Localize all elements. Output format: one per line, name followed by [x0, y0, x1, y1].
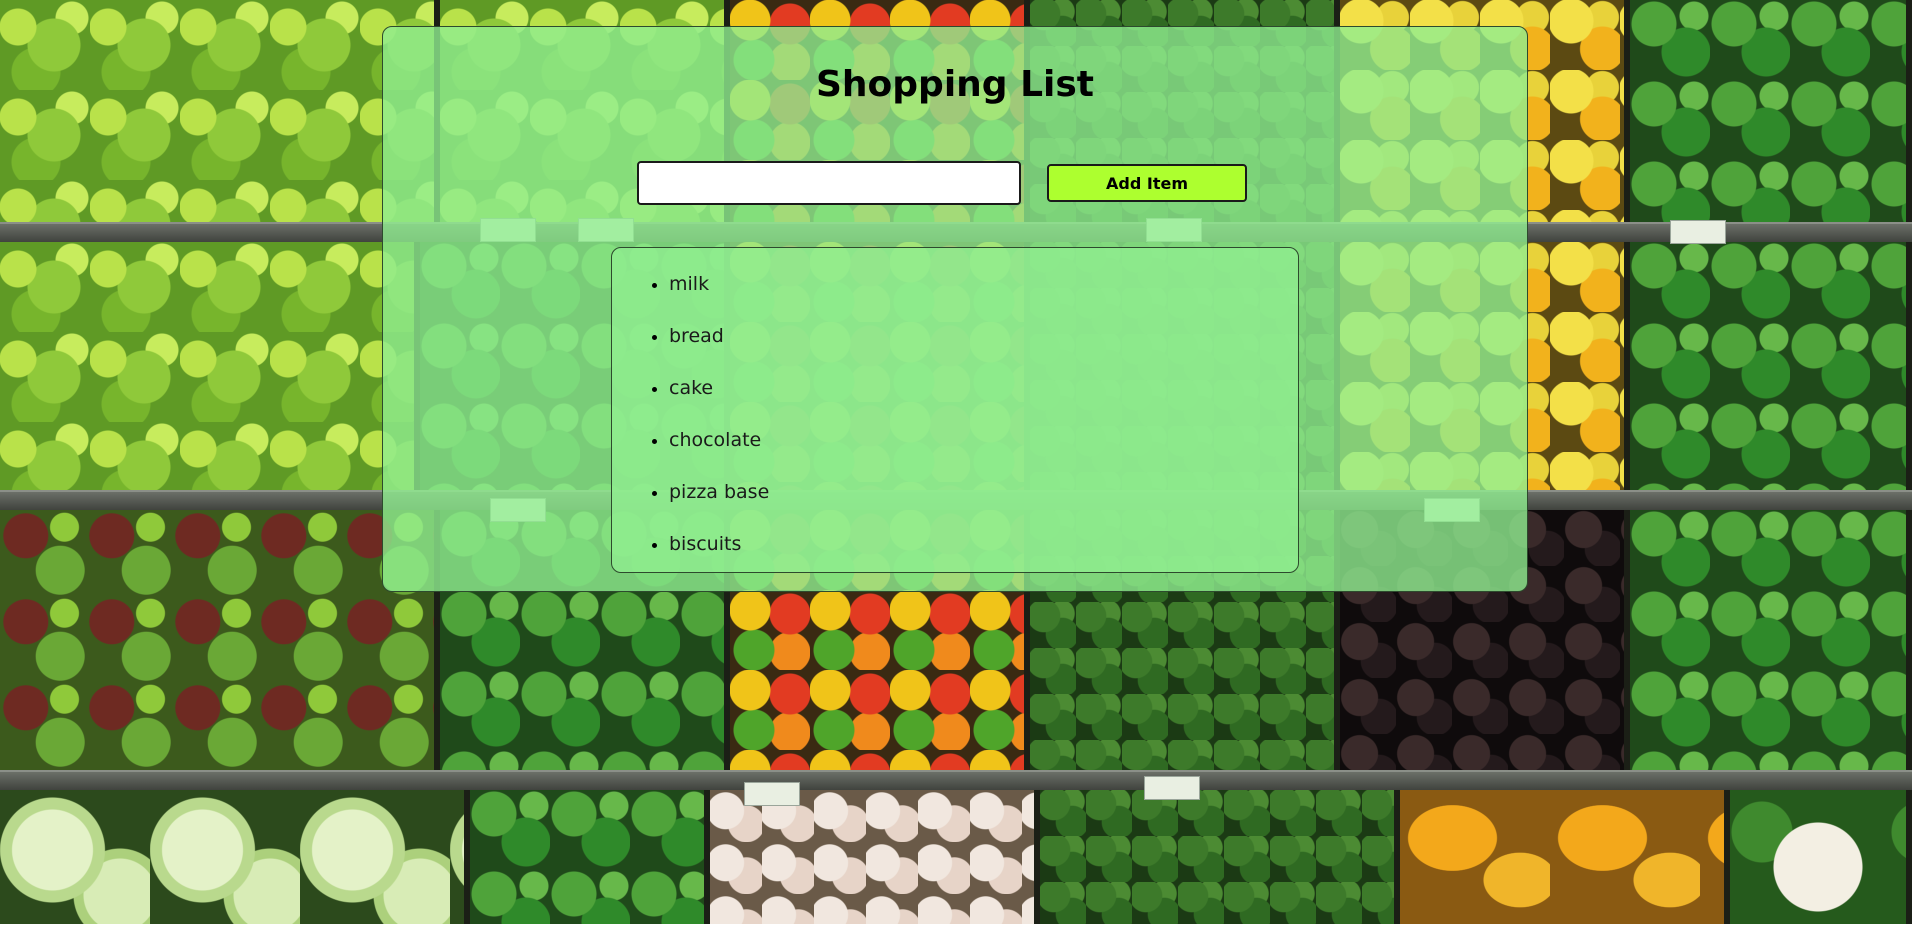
shopping-list: milk bread cake chocolate pizza base bis… [611, 247, 1299, 573]
produce-bin [1630, 510, 1912, 770]
produce-bin [0, 790, 470, 924]
shelf-rail [0, 770, 1912, 792]
list-item: pizza base [669, 466, 1298, 518]
produce-bin [710, 790, 1040, 924]
produce-bin [0, 0, 440, 226]
price-tag [744, 782, 800, 806]
produce-bin [470, 790, 710, 924]
produce-bin [1400, 790, 1730, 924]
add-item-button[interactable]: Add Item [1047, 164, 1247, 202]
produce-bin [1040, 790, 1400, 924]
list-item: cake [669, 362, 1298, 414]
page: Shopping List Add Item milk bread cake c… [0, 0, 1912, 926]
produce-bin [0, 242, 420, 492]
price-tag [1670, 220, 1726, 244]
shopping-list-card: Shopping List Add Item milk bread cake c… [382, 26, 1528, 592]
price-tag [1144, 776, 1200, 800]
list-item: biscuits [669, 518, 1298, 570]
list-item: bread [669, 310, 1298, 362]
produce-bin [1630, 242, 1912, 492]
list-item: milk [669, 258, 1298, 310]
list-item: chocolate [669, 414, 1298, 466]
produce-bin [0, 510, 440, 770]
produce-bin [1630, 0, 1912, 226]
shelf-row-bottom [0, 790, 1912, 924]
item-input[interactable] [637, 161, 1021, 205]
produce-bin [1730, 790, 1912, 924]
page-title: Shopping List [815, 64, 1094, 105]
